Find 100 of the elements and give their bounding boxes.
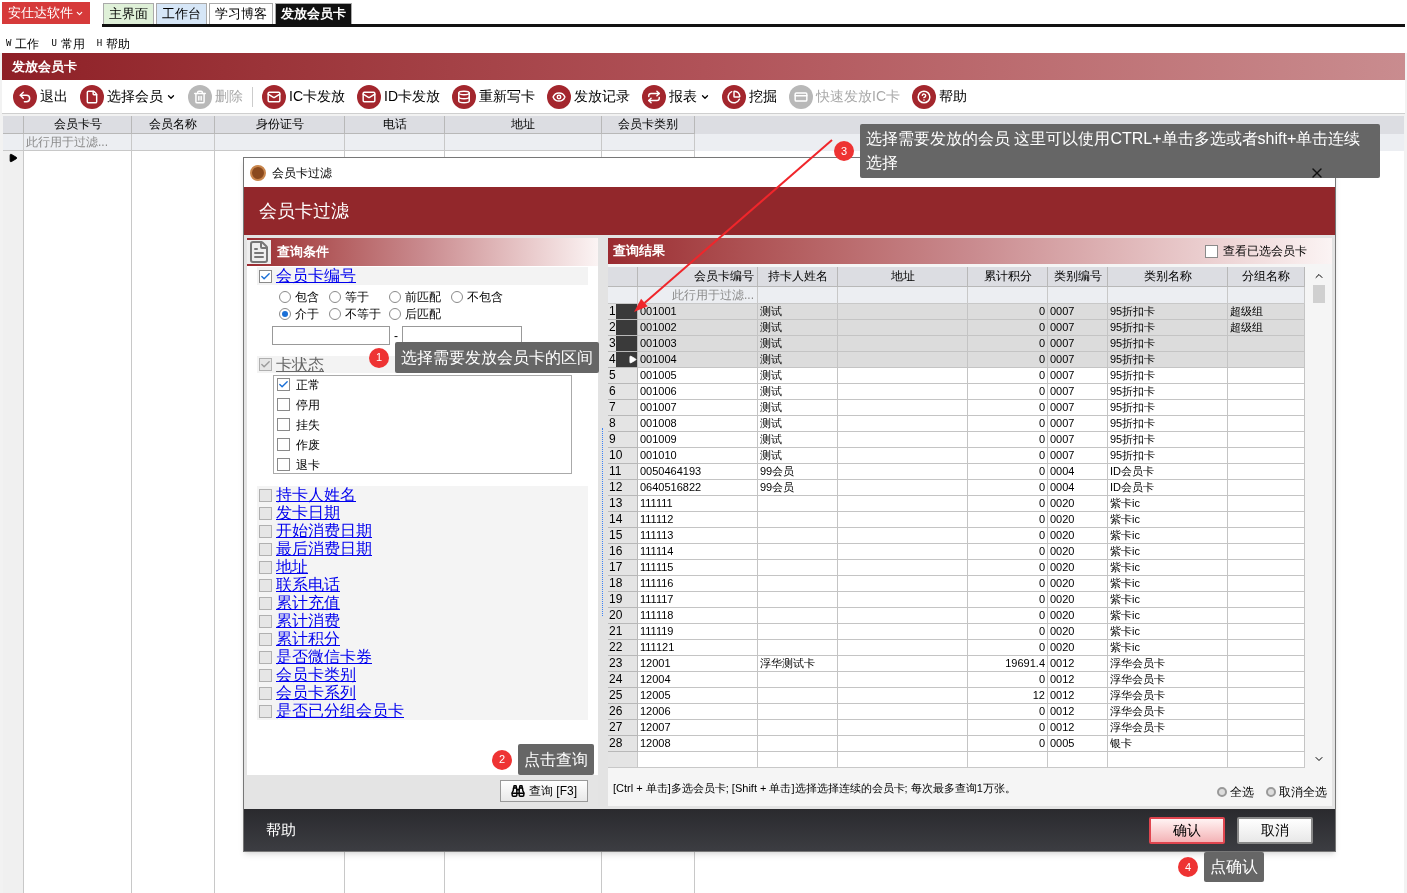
table-row[interactable]: 18 111116 0 0020 紫卡ic	[608, 576, 1305, 592]
page-header: 发放会员卡	[2, 53, 1405, 80]
dialog-button[interactable]: 确认	[1149, 816, 1225, 844]
radio-label: 介于	[295, 305, 319, 323]
toolbar-button[interactable]: 发放记录	[544, 82, 633, 111]
tab[interactable]: 学习博客	[209, 3, 273, 24]
option-label: 退卡	[296, 456, 320, 474]
row-number: 3	[608, 336, 616, 351]
query-button[interactable]: 查询 [F3]	[500, 779, 588, 802]
toolbar-button[interactable]: 退出	[10, 82, 71, 111]
field-link[interactable]: 是否微信卡券	[276, 648, 372, 666]
field-link[interactable]: 累计积分	[276, 630, 340, 648]
table-row[interactable]: 27 12007 0 0012 浮华会员卡	[608, 720, 1305, 736]
table-row[interactable]: 15 111113 0 0020 紫卡ic	[608, 528, 1305, 544]
toolbar-button[interactable]: 选择会员	[77, 82, 179, 111]
menu-shortcut-key: U	[51, 37, 57, 51]
row-number: 18	[608, 576, 623, 591]
table-cell: 12008	[638, 736, 758, 752]
tab[interactable]: 主界面	[103, 3, 154, 24]
table-row[interactable]: 5 001005 测试 0 0007 95折扣卡	[608, 368, 1305, 384]
table-row[interactable]: 26 12006 0 0012 浮华会员卡	[608, 704, 1305, 720]
field-link[interactable]: 发卡日期	[276, 504, 340, 522]
field-link[interactable]: 会员卡类别	[276, 666, 356, 684]
app-menu-button[interactable]: 安仕达软件	[2, 2, 90, 24]
table-row[interactable]: 14 111112 0 0020 紫卡ic	[608, 512, 1305, 528]
radio-label: 包含	[295, 288, 319, 306]
field-link[interactable]: 会员卡系列	[276, 684, 356, 702]
toolbar-button[interactable]: 报表	[639, 82, 713, 111]
table-row[interactable]: 13 111111 0 0020 紫卡ic	[608, 496, 1305, 512]
toolbar-button[interactable]: 帮助	[909, 82, 970, 111]
tab[interactable]: 发放会员卡	[275, 3, 352, 24]
field-link[interactable]: 累计消费	[276, 612, 340, 630]
toolbar-button[interactable]: IC卡发放	[259, 82, 348, 111]
field-link[interactable]: 是否已分组会员卡	[276, 702, 404, 720]
toolbar-button[interactable]: ID卡发放	[354, 82, 443, 111]
table-row[interactable]: 11 0050464193 99会员 0 0004 ID会员卡	[608, 464, 1305, 480]
section-title: 查询结果	[613, 242, 665, 261]
field-link[interactable]: 卡状态	[276, 356, 324, 373]
select-all-button[interactable]: 全选	[1217, 783, 1254, 801]
table-row[interactable]: 1 001001 测试 0 0007 95折扣卡 超级组	[608, 304, 1305, 320]
row-number: 24	[608, 672, 623, 687]
table-row[interactable]: 20 111118 0 0020 紫卡ic	[608, 608, 1305, 624]
table-row[interactable]: 8 001008 测试 0 0007 95折扣卡	[608, 416, 1305, 432]
tooltip: 点确认	[1204, 852, 1264, 882]
row-number: 8	[608, 416, 616, 431]
row-number: 10	[608, 448, 623, 463]
menu-label: 帮助	[106, 36, 131, 53]
table-row[interactable]: 22 111121 0 0020 紫卡ic	[608, 640, 1305, 656]
table-row[interactable]: 10 001010 测试 0 0007 95折扣卡	[608, 448, 1305, 464]
row-number: 17	[608, 560, 623, 575]
table-row[interactable]: 16 111114 0 0020 紫卡ic	[608, 544, 1305, 560]
menu-item[interactable]: H 帮助	[96, 27, 131, 53]
row-number: 15	[608, 528, 623, 543]
table-row[interactable]: 28 12008 0 0005 银卡	[608, 736, 1305, 752]
row-number: 1	[608, 304, 616, 319]
table-cell: 0	[968, 736, 1048, 752]
row-number: 25	[608, 688, 623, 703]
table-cell: 0005	[1048, 736, 1108, 752]
field-link[interactable]: 地址	[276, 558, 308, 576]
table-row[interactable]: 23 12001 浮华测试卡 19691.4 0012 浮华会员卡	[608, 656, 1305, 672]
row-number: 2	[608, 320, 616, 335]
field-link[interactable]: 联系电话	[276, 576, 340, 594]
table-row[interactable]: 6 001006 测试 0 0007 95折扣卡	[608, 384, 1305, 400]
toolbar-button[interactable]: 重新写卡	[449, 82, 538, 111]
menu-label: 工作	[15, 36, 40, 53]
field-link[interactable]: 持卡人姓名	[276, 486, 356, 504]
row-number: 28	[608, 736, 623, 751]
table-row[interactable]: 25 12005 12 0012 浮华会员卡	[608, 688, 1305, 704]
menu-shortcut-key: W	[6, 37, 12, 51]
table-row[interactable]: 7 001007 测试 0 0007 95折扣卡	[608, 400, 1305, 416]
field-link[interactable]: 累计充值	[276, 594, 340, 612]
table-row[interactable]: 19 111117 0 0020 紫卡ic	[608, 592, 1305, 608]
table-row[interactable]: 3 001003 测试 0 0007 95折扣卡	[608, 336, 1305, 352]
menu-item[interactable]: W 工作	[6, 27, 40, 53]
row-number: 6	[608, 384, 616, 399]
table-row[interactable]: 4 001004 测试 0 0007 95折扣卡	[608, 352, 1305, 368]
dialog-button[interactable]: 取消	[1237, 816, 1313, 844]
radio-label: 不包含	[467, 288, 503, 306]
table-row[interactable]: 24 12004 0 0012 浮华会员卡	[608, 672, 1305, 688]
table-row[interactable]: 9 001009 测试 0 0007 95折扣卡	[608, 432, 1305, 448]
row-number: 23	[608, 656, 623, 671]
table-row[interactable]: 21 111119 0 0020 紫卡ic	[608, 624, 1305, 640]
row-number: 11	[608, 464, 622, 479]
row-number: 22	[608, 640, 623, 655]
menu-shortcut-key: H	[96, 37, 103, 51]
radio-label: 前匹配	[405, 288, 441, 306]
help-link[interactable]: 帮助	[266, 818, 1137, 842]
deselect-all-button[interactable]: 取消全选	[1266, 783, 1327, 801]
toolbar-button[interactable]: 挖掘	[719, 82, 780, 111]
field-link[interactable]: 最后消费日期	[276, 540, 372, 558]
radio-label: 等于	[345, 288, 369, 306]
field-link[interactable]: 开始消费日期	[276, 522, 372, 540]
menu-label: 常用	[60, 36, 85, 53]
tab[interactable]: 工作台	[156, 3, 207, 24]
option-label: 挂失	[296, 416, 320, 434]
table-row[interactable]: 17 111115 0 0020 紫卡ic	[608, 560, 1305, 576]
table-row[interactable]: 12 0640516822 99会员 0 0004 ID会员卡	[608, 480, 1305, 496]
table-row[interactable]: 2 001002 测试 0 0007 95折扣卡 超级组	[608, 320, 1305, 336]
checkbox-label: 查看已选会员卡	[1223, 243, 1307, 260]
menu-item[interactable]: U 常用	[51, 27, 85, 53]
